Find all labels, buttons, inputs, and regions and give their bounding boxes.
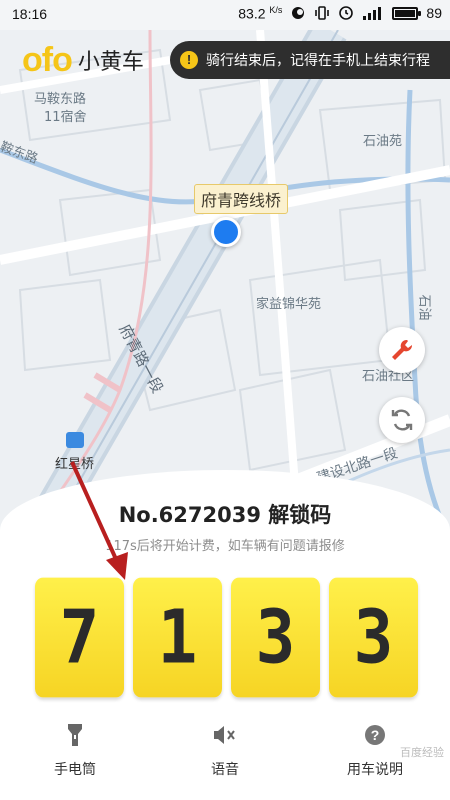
- status-time: 18:16: [12, 6, 48, 22]
- app-logo: ofo 小黄车: [22, 41, 144, 79]
- vibrate-icon: [315, 6, 330, 21]
- battery-icon: [392, 6, 422, 20]
- speed-value: 83.2: [238, 5, 266, 22]
- code-digit: 7: [35, 577, 124, 698]
- map-label: 石油苑: [363, 134, 403, 149]
- brand-name: 小黄车: [77, 50, 144, 75]
- flashlight-label: 手电筒: [54, 762, 96, 778]
- notice-banner[interactable]: ! 骑行结束后，记得在手机上结束行程: [170, 41, 450, 79]
- battery-percent: 89: [426, 5, 442, 22]
- notice-text: 骑行结束后，记得在手机上结束行程: [206, 53, 430, 69]
- map-label: 家益锦华苑: [256, 297, 322, 312]
- map-label: 11宿舍: [44, 110, 87, 125]
- signal-icon: [363, 7, 382, 21]
- map-label: 红星桥: [55, 457, 95, 472]
- code-digit: 1: [133, 577, 222, 698]
- unlock-code: 7 1 3 3: [35, 577, 418, 698]
- unlock-title: No.6272039 解锁码: [118, 503, 332, 527]
- watermark: 百度经验: [400, 746, 444, 759]
- app-notification-icon: [292, 7, 305, 20]
- svg-text:?: ?: [371, 727, 380, 743]
- flashlight-button[interactable]: 手电筒: [20, 722, 130, 779]
- billing-notice: 117s后将开始计费，如车辆有问题请报修: [105, 539, 345, 554]
- code-digit: 3: [231, 577, 320, 698]
- refresh-icon: [391, 409, 413, 431]
- alarm-icon: [339, 6, 354, 21]
- help-icon: ?: [365, 725, 385, 745]
- usage-guide-label: 用车说明: [347, 762, 403, 778]
- tool-bar: 手电筒 语音 ? 用车说明: [0, 722, 450, 792]
- mute-icon: [214, 726, 235, 744]
- voice-button[interactable]: 语音: [170, 722, 280, 779]
- info-icon: !: [180, 51, 198, 69]
- refresh-location-button[interactable]: [379, 397, 425, 443]
- map-label: 马鞍东路: [34, 92, 87, 107]
- status-bar: 18:16 83.2 K/s 89: [0, 0, 450, 30]
- code-digit: 3: [329, 577, 418, 698]
- logo-text: ofo: [22, 41, 73, 79]
- transit-icon: [66, 432, 84, 448]
- voice-label: 语音: [211, 762, 239, 778]
- network-speed: 83.2 K/s: [238, 5, 282, 22]
- repair-button[interactable]: [379, 327, 425, 373]
- current-location-icon: [211, 217, 241, 247]
- place-tag: 府青跨线桥: [194, 184, 289, 214]
- speed-unit: K/s: [269, 5, 283, 15]
- map-label: 石油: [416, 294, 432, 321]
- flashlight-icon: [68, 724, 82, 746]
- wrench-icon: [392, 339, 413, 360]
